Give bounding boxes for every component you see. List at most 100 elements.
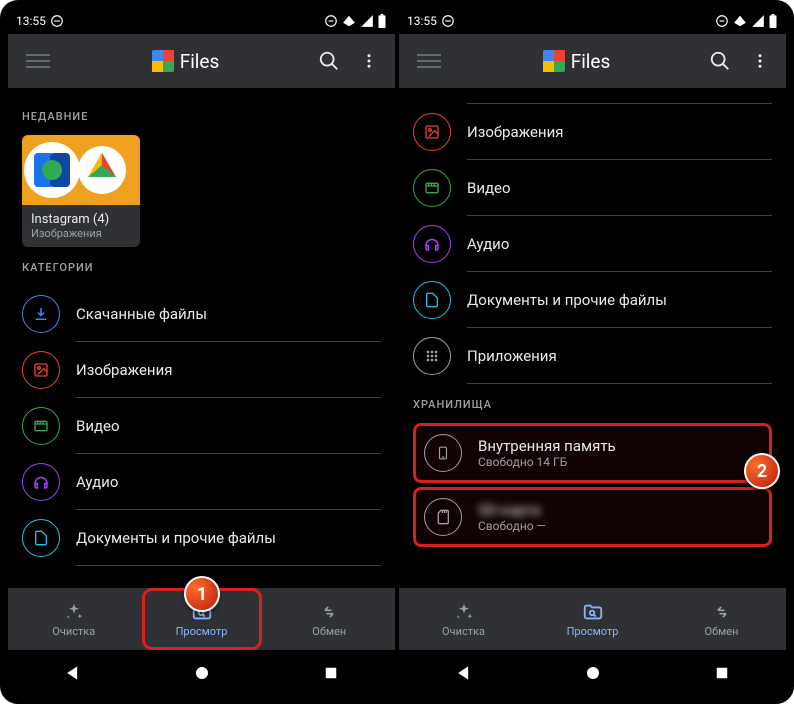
back-button[interactable] bbox=[59, 659, 87, 687]
category-video[interactable]: Видео bbox=[413, 160, 772, 216]
category-label: Аудио bbox=[467, 235, 772, 253]
nav-share[interactable]: Обмен bbox=[657, 588, 786, 650]
signal-icon bbox=[751, 14, 765, 28]
files-app-icon bbox=[543, 50, 565, 72]
system-nav bbox=[8, 650, 395, 696]
category-label: Скачанные файлы bbox=[76, 305, 381, 323]
document-icon bbox=[22, 519, 60, 557]
category-images[interactable]: Изображения bbox=[22, 342, 381, 398]
category-label: Изображения bbox=[76, 361, 381, 379]
category-video[interactable]: Видео bbox=[22, 398, 381, 454]
home-button[interactable] bbox=[579, 659, 607, 687]
audio-icon bbox=[413, 225, 451, 263]
system-nav bbox=[399, 650, 786, 696]
video-icon bbox=[413, 169, 451, 207]
storage-internal[interactable]: Внутренняя память Свободно 14 ГБ bbox=[413, 423, 772, 483]
category-images[interactable]: Изображения bbox=[413, 104, 772, 160]
storage-sub: Свободно — bbox=[478, 519, 761, 533]
storage-sdcard[interactable]: SD-карта Свободно — bbox=[413, 487, 772, 547]
battery-icon bbox=[377, 14, 387, 28]
status-time: 13:55 bbox=[16, 14, 46, 28]
dnd-icon bbox=[441, 14, 455, 28]
category-label: Видео bbox=[467, 179, 772, 197]
category-audio[interactable]: Аудио bbox=[22, 454, 381, 510]
back-button[interactable] bbox=[450, 659, 478, 687]
sd-card-icon bbox=[424, 498, 462, 536]
nav-clean[interactable]: Очистка bbox=[8, 588, 140, 650]
recent-header: НЕДАВНИЕ bbox=[22, 110, 381, 123]
category-documents[interactable]: Документы и прочие файлы bbox=[22, 510, 381, 566]
storage-header: ХРАНИЛИЩА bbox=[413, 398, 772, 411]
nav-share[interactable]: Обмен bbox=[264, 588, 396, 650]
category-label: Документы и прочие файлы bbox=[467, 291, 772, 309]
menu-icon[interactable] bbox=[26, 49, 50, 73]
storage-label: Внутренняя память bbox=[478, 437, 761, 455]
recent-tile[interactable]: Instagram (4) Изображения bbox=[22, 135, 140, 247]
nav-label: Очистка bbox=[442, 625, 485, 638]
category-apps[interactable]: Приложения bbox=[413, 328, 772, 384]
share-icon bbox=[318, 601, 340, 623]
status-bar: 13:55 bbox=[399, 8, 786, 34]
callout-2: 2 bbox=[744, 453, 780, 489]
status-bar: 13:55 bbox=[8, 8, 395, 34]
nav-label: Обмен bbox=[705, 625, 739, 638]
app-title: Files bbox=[571, 50, 611, 73]
more-icon[interactable] bbox=[349, 41, 389, 81]
dnd-icon bbox=[50, 14, 64, 28]
app-title: Files bbox=[180, 50, 220, 73]
nav-label: Обмен bbox=[312, 625, 346, 638]
search-icon[interactable] bbox=[309, 41, 349, 81]
phone-storage-icon bbox=[424, 434, 462, 472]
nav-clean[interactable]: Очистка bbox=[399, 588, 528, 650]
content-area: НЕДАВНИЕ Instagram (4) Изображения КАТЕГ… bbox=[8, 88, 395, 588]
menu-icon[interactable] bbox=[417, 49, 441, 73]
sparkle-icon bbox=[453, 601, 475, 623]
wifi-icon bbox=[341, 14, 357, 28]
nav-label: Просмотр bbox=[567, 625, 619, 638]
minus-icon bbox=[715, 14, 729, 28]
image-icon bbox=[22, 351, 60, 389]
categories-header: КАТЕГОРИИ bbox=[22, 261, 381, 274]
signal-icon bbox=[360, 14, 374, 28]
category-downloads[interactable]: Скачанные файлы bbox=[22, 286, 381, 342]
more-icon[interactable] bbox=[740, 41, 780, 81]
nav-label: Просмотр bbox=[176, 625, 228, 638]
app-bar: Files bbox=[399, 34, 786, 88]
minus-icon bbox=[324, 14, 338, 28]
content-area: Изображения Видео Аудио Документы и проч… bbox=[399, 88, 786, 588]
status-time: 13:55 bbox=[407, 14, 437, 28]
wifi-icon bbox=[732, 14, 748, 28]
document-icon bbox=[413, 281, 451, 319]
phone-left: 13:55 Files НЕДАВНИЕ Instagram (4) Изобр… bbox=[8, 8, 395, 696]
home-button[interactable] bbox=[188, 659, 216, 687]
folder-search-icon bbox=[582, 601, 604, 623]
image-icon bbox=[413, 113, 451, 151]
category-label: Документы и прочие файлы bbox=[76, 529, 381, 547]
category-audio[interactable]: Аудио bbox=[413, 216, 772, 272]
battery-icon bbox=[768, 14, 778, 28]
recent-tile-subtitle: Изображения bbox=[31, 227, 131, 240]
download-icon bbox=[22, 295, 60, 333]
storage-label: SD-карта bbox=[478, 501, 761, 519]
category-label: Видео bbox=[76, 417, 381, 435]
search-icon[interactable] bbox=[700, 41, 740, 81]
apps-icon bbox=[413, 337, 451, 375]
category-label: Изображения bbox=[467, 123, 772, 141]
storage-sub: Свободно 14 ГБ bbox=[478, 455, 761, 469]
phone-right: 13:55 Files Изображения Видео А bbox=[399, 8, 786, 696]
bottom-nav: Очистка Просмотр Обмен bbox=[399, 588, 786, 650]
app-bar: Files bbox=[8, 34, 395, 88]
nav-browse[interactable]: Просмотр bbox=[528, 588, 657, 650]
share-icon bbox=[711, 601, 733, 623]
audio-icon bbox=[22, 463, 60, 501]
video-icon bbox=[22, 407, 60, 445]
callout-1: 1 bbox=[184, 576, 220, 612]
category-documents[interactable]: Документы и прочие файлы bbox=[413, 272, 772, 328]
files-app-icon bbox=[152, 50, 174, 72]
recents-button[interactable] bbox=[708, 659, 736, 687]
recents-button[interactable] bbox=[317, 659, 345, 687]
category-label: Аудио bbox=[76, 473, 381, 491]
sparkle-icon bbox=[63, 601, 85, 623]
recent-tile-title: Instagram (4) bbox=[31, 212, 131, 227]
category-label: Приложения bbox=[467, 347, 772, 365]
